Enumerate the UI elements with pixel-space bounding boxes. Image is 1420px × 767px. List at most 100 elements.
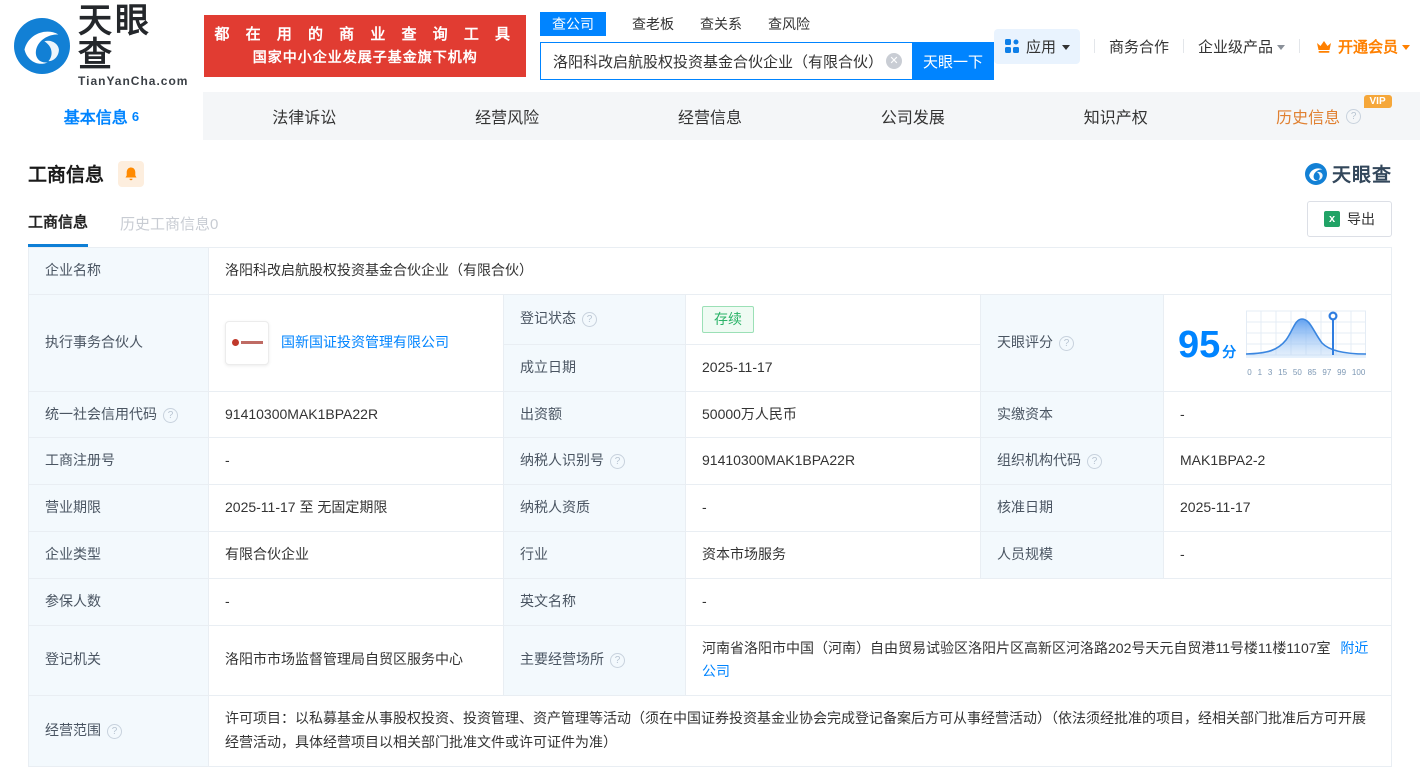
table-row: 营业期限 2025-11-17 至 无固定期限 纳税人资质 - 核准日期 202… [28, 484, 1392, 532]
business-address-cell: 河南省洛阳市中国（河南）自由贸易试验区洛阳片区高新区河洛路202号天元自贸港11… [685, 624, 1392, 697]
business-info-section: 工商信息 天眼查 工商信息 历史工商信息0 x 导出 [0, 140, 1420, 247]
field-label: 工商注册号 [28, 437, 209, 486]
table-row: 参保人数 - 英文名称 - [28, 577, 1392, 626]
executive-partner-cell: 国新国证投资管理有限公司 [208, 293, 504, 392]
table-row: 执行事务合伙人 国新国证投资管理有限公司 登记状态? 存续 天眼评分? 95分 [28, 293, 1392, 392]
registration-authority-value: 洛阳市市场监督管理局自贸区服务中心 [208, 624, 504, 697]
field-label: 参保人数 [28, 577, 209, 626]
company-section-tabs: 基本信息 6 法律诉讼 经营风险 经营信息 公司发展 知识产权 VIP 历史信息… [0, 92, 1420, 140]
help-icon[interactable]: ? [1346, 108, 1362, 124]
field-label: 纳税人资质 [503, 484, 686, 532]
tab-operation-info[interactable]: 经营信息 [609, 92, 812, 140]
tab-operation-risk[interactable]: 经营风险 [406, 92, 609, 140]
status-badge: 存续 [702, 305, 754, 333]
score-marker-pin [1328, 310, 1338, 321]
help-icon[interactable]: ? [1087, 454, 1102, 470]
tab-company-development[interactable]: 公司发展 [811, 92, 1014, 140]
table-row: 工商注册号 - 纳税人识别号? 91410300MAK1BPA22R 组织机构代… [28, 437, 1392, 486]
subtab-business-info[interactable]: 工商信息 [28, 211, 89, 247]
help-icon[interactable]: ? [610, 454, 625, 470]
field-label: 出资额 [503, 390, 686, 439]
vip-badge: VIP [1363, 95, 1392, 108]
divider [1094, 39, 1096, 53]
table-row: 经营范围? 许可项目：以私募基金从事股权投资、投资管理、资产管理等活动（须在中国… [28, 695, 1392, 767]
field-label: 核准日期 [980, 484, 1164, 532]
field-label: 组织机构代码? [980, 437, 1164, 486]
search-block: 查公司 查老板 查关系 查风险 ✕ 天眼一下 [540, 12, 994, 80]
taxpayer-id-value: 91410300MAK1BPA22R [685, 437, 981, 486]
approval-date-value: 2025-11-17 [1163, 484, 1392, 532]
watermark-text: 天眼查 [1331, 165, 1392, 186]
export-button[interactable]: x 导出 [1307, 201, 1392, 237]
establish-date-value: 2025-11-17 [685, 343, 981, 392]
paid-in-capital-value: - [1163, 390, 1392, 439]
tianyancha-watermark: 天眼查 [1304, 160, 1392, 187]
industry-value: 资本市场服务 [685, 530, 981, 579]
partner-company-logo [225, 320, 269, 365]
staff-size-value: - [1163, 530, 1392, 579]
tab-intellectual-property[interactable]: 知识产权 [1014, 92, 1217, 140]
help-icon[interactable]: ? [1059, 335, 1074, 351]
tab-history-info[interactable]: VIP 历史信息 ? [1217, 92, 1420, 140]
logo-name: 天眼查 [78, 2, 152, 74]
grid-icon [1005, 39, 1019, 53]
clear-search-icon[interactable]: ✕ [886, 53, 902, 69]
logo-domain: TianYanCha.com [78, 74, 189, 88]
crown-icon [1317, 41, 1332, 53]
apps-label: 应用 [1026, 38, 1057, 56]
field-label: 实缴资本 [980, 390, 1164, 439]
divider [1183, 39, 1185, 53]
nav-open-vip[interactable]: 开通会员 [1314, 36, 1411, 57]
company-name-value: 洛阳科改启航股权投资基金合伙企业（有限合伙） [208, 247, 1392, 295]
nav-business-coop[interactable]: 商务合作 [1109, 36, 1169, 57]
search-tab-relation[interactable]: 查关系 [700, 12, 742, 36]
search-tab-risk[interactable]: 查风险 [768, 12, 810, 36]
field-label: 成立日期 [503, 343, 686, 392]
tianyancha-logo-icon [14, 18, 70, 74]
search-tab-company[interactable]: 查公司 [540, 12, 606, 36]
field-label: 营业期限 [28, 484, 209, 532]
field-label: 企业名称 [28, 247, 209, 295]
field-label: 登记机关 [28, 624, 209, 697]
search-tab-boss[interactable]: 查老板 [632, 12, 674, 36]
help-icon[interactable]: ? [582, 312, 597, 328]
help-icon[interactable]: ? [610, 653, 625, 669]
nav-enterprise-product[interactable]: 企业级产品 [1198, 36, 1286, 57]
top-nav: 应用 商务合作 企业级产品 开通会员 费米 [994, 28, 1420, 64]
promo-line1: 都 在 用 的 商 业 查 询 工 具 [214, 26, 516, 44]
table-row: 企业类型 有限合伙企业 行业 资本市场服务 人员规模 - [28, 530, 1392, 579]
insured-count-value: - [208, 577, 504, 626]
apps-menu[interactable]: 应用 [994, 28, 1081, 64]
tab-basic-info[interactable]: 基本信息 6 [0, 92, 203, 140]
field-label: 行业 [503, 530, 686, 579]
tianyancha-logo[interactable]: 天眼查 TianYanCha.com [14, 4, 188, 88]
business-scope-value: 许可项目：以私募基金从事股权投资、投资管理、资产管理等活动（须在中国证券投资基金… [208, 695, 1392, 767]
search-button[interactable]: 天眼一下 [912, 42, 994, 80]
excel-icon: x [1324, 211, 1340, 227]
chart-x-ticks: 01 3 15 50 85 97 99 100 [1247, 368, 1366, 378]
field-label: 人员规模 [980, 530, 1164, 579]
credit-code-value: 91410300MAK1BPA22R [208, 390, 504, 439]
help-icon[interactable]: ? [107, 724, 122, 740]
monitor-bell-icon[interactable] [118, 160, 145, 187]
field-label: 经营范围? [28, 695, 209, 767]
score-distribution-chart: 01 3 15 50 85 97 99 100 [1246, 310, 1367, 380]
subtab-history-business-info[interactable]: 历史工商信息0 [120, 213, 218, 246]
tab-count-badge: 6 [131, 108, 140, 124]
tianyancha-logo-icon [1304, 162, 1327, 185]
taxpayer-qualification-value: - [685, 484, 981, 532]
help-icon[interactable]: ? [163, 407, 178, 423]
table-row: 统一社会信用代码? 91410300MAK1BPA22R 出资额 50000万人… [28, 390, 1392, 439]
search-input[interactable] [540, 42, 912, 80]
field-label: 英文名称 [503, 577, 686, 626]
contribution-value: 50000万人民币 [685, 390, 981, 439]
chevron-down-icon [1062, 44, 1071, 50]
tianyan-score-cell[interactable]: 95 分 0 1 3 15 50 85 97 99 100 [1163, 293, 1392, 392]
tab-legal-litigation[interactable]: 法律诉讼 [203, 92, 406, 140]
partner-company-link[interactable]: 国新国证投资管理有限公司 [281, 331, 449, 355]
field-label: 天眼评分? [980, 293, 1164, 392]
chevron-down-icon [1402, 44, 1411, 50]
business-info-table: 企业名称 洛阳科改启航股权投资基金合伙企业（有限合伙） 执行事务合伙人 国新国证… [28, 247, 1392, 767]
field-label: 统一社会信用代码? [28, 390, 209, 439]
score-value: 95 分 [1178, 323, 1237, 366]
